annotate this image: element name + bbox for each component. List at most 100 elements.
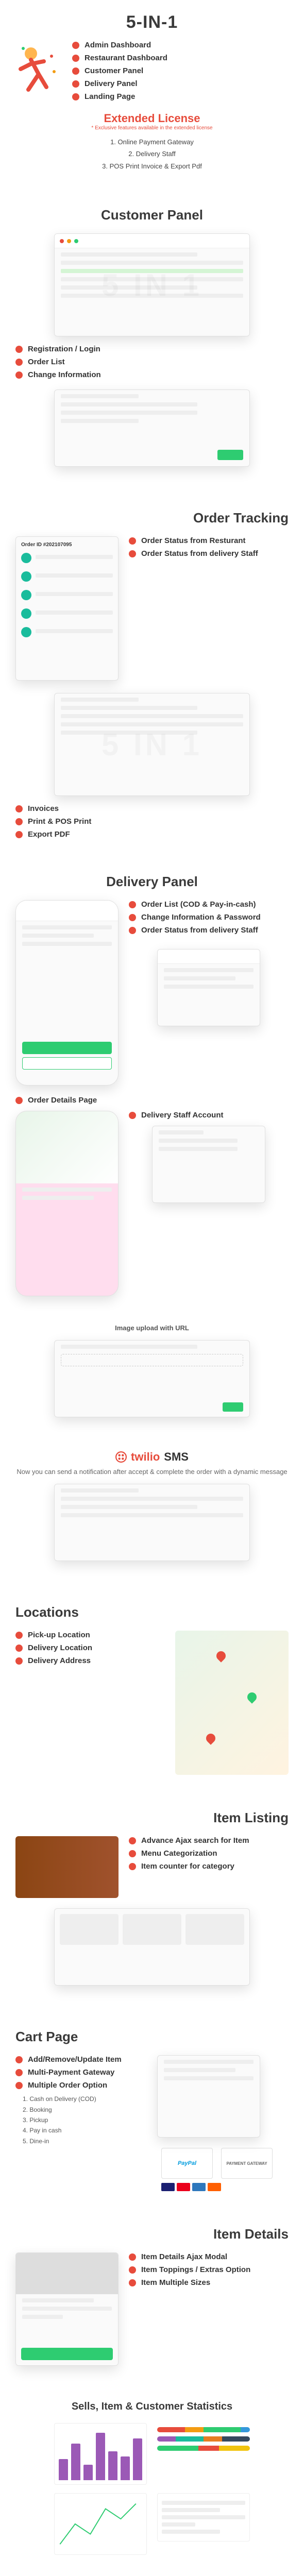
- point-toppings: Item Toppings / Extras Option: [129, 2265, 289, 2274]
- screenshot-cart: [157, 2055, 260, 2138]
- payment-gateway-logo: PAYMENT GATEWAY: [221, 2148, 273, 2179]
- twilio-icon: [115, 1451, 127, 1463]
- screenshot-item-grid: [54, 1908, 250, 1986]
- point-multi-order: Multiple Order Option: [15, 2081, 147, 2090]
- bullet-icon: [15, 805, 23, 812]
- label-delivery-account: Delivery Staff Account: [129, 1111, 289, 1120]
- segment-charts: [157, 2423, 250, 2455]
- hero-feature-list: Admin Dashboard Restaurant Dashboard Cus…: [72, 41, 167, 101]
- bullet-icon: [129, 901, 136, 908]
- bullet-icon: [15, 831, 23, 838]
- point-delivery-status: Order Status from delivery Staff: [129, 926, 289, 935]
- point-delivery-order-list: Order List (COD & Pay-in-cash): [129, 900, 289, 909]
- screenshot-invoice: 5 IN 1: [54, 693, 250, 796]
- stat-list: [157, 2493, 250, 2541]
- bullet-icon: [129, 914, 136, 921]
- point-pickup-location: Pick-up Location: [15, 1631, 165, 1639]
- cart-section: Cart Page Add/Remove/Update Item Multi-P…: [0, 2006, 304, 2204]
- statistics-section: Sells, Item & Customer Statistics: [0, 2378, 304, 2567]
- item-listing-heading: Item Listing: [15, 1810, 289, 1826]
- line-chart: [54, 2493, 147, 2555]
- card-icons: [157, 2183, 289, 2191]
- paypal-logo: PayPal: [161, 2148, 213, 2179]
- bullet-icon: [15, 1632, 23, 1639]
- point-status-restaurant: Order Status from Resturant: [129, 536, 289, 545]
- map-pin-icon: [214, 1649, 227, 1662]
- point-add-remove: Add/Remove/Update Item: [15, 2055, 147, 2064]
- tracking-order-id: Order ID #202107095: [16, 537, 118, 553]
- sms-section: twilio SMS Now you can send a notificati…: [0, 1438, 304, 1582]
- bullet-icon: [15, 2069, 23, 2076]
- visa-icon: [161, 2183, 175, 2191]
- screenshot-image-upload: [54, 1340, 250, 1417]
- delivery-panel-heading: Delivery Panel: [15, 874, 289, 890]
- item-listing-section: Item Listing Advance Ajax search for Ite…: [0, 1787, 304, 2006]
- point-registration: Registration / Login: [15, 345, 289, 353]
- feature-restaurant: Restaurant Dashboard: [72, 54, 167, 62]
- amex-icon: [192, 2183, 206, 2191]
- feature-admin: Admin Dashboard: [72, 41, 167, 49]
- bullet-icon: [15, 371, 23, 379]
- customer-panel-heading: Customer Panel: [15, 207, 289, 223]
- bullet-icon: [72, 80, 79, 88]
- bullet-icon: [15, 2056, 23, 2063]
- bullet-icon: [129, 2253, 136, 2261]
- payment-logos: PayPal PAYMENT GATEWAY: [157, 2144, 289, 2183]
- screenshot-customer-orders: 5 IN 1: [54, 233, 250, 336]
- point-delivery-address: Delivery Address: [15, 1656, 165, 1665]
- bullet-icon: [15, 2082, 23, 2089]
- bullet-icon: [129, 1837, 136, 1844]
- order-tracking-section: Order Tracking Order ID #202107095 Order…: [0, 487, 304, 851]
- screenshot-delivery-mobile: [15, 900, 119, 1086]
- point-multi-payment: Multi-Payment Gateway: [15, 2068, 147, 2077]
- image-upload-section: Image upload with URL: [0, 1309, 304, 1438]
- screenshot-sms-config: [54, 1484, 250, 1561]
- mastercard-icon: [177, 2183, 190, 2191]
- screenshot-delivery-account: [152, 1126, 265, 1203]
- point-ajax-modal: Item Details Ajax Modal: [129, 2252, 289, 2261]
- bullet-icon: [129, 927, 136, 934]
- bullet-icon: [72, 55, 79, 62]
- bullet-icon: [15, 346, 23, 353]
- bullet-icon: [129, 550, 136, 557]
- point-delivery-change-info: Change Information & Password: [129, 913, 289, 922]
- screenshot-delivery-desktop: [157, 949, 260, 1026]
- point-change-info: Change Information: [15, 370, 289, 379]
- bullet-icon: [129, 1850, 136, 1857]
- bullet-icon: [15, 1657, 23, 1665]
- extended-license-title: Extended License: [15, 112, 289, 125]
- bullet-icon: [129, 1112, 136, 1119]
- sms-heading: twilio SMS: [15, 1450, 289, 1464]
- point-item-counter: Item counter for category: [129, 1862, 289, 1871]
- bullet-icon: [15, 359, 23, 366]
- extended-license-subtitle: * Exclusive features available in the ex…: [15, 125, 289, 131]
- screenshot-item-modal: [15, 2252, 119, 2366]
- bullet-icon: [129, 2266, 136, 2274]
- point-invoices: Invoices: [15, 804, 289, 813]
- sms-description: Now you can send a notification after ac…: [15, 1468, 289, 1476]
- bar-chart: [54, 2423, 147, 2485]
- filter-section: New UI, Filter in order ● ● ● ●: [0, 2567, 304, 2576]
- bullet-icon: [72, 93, 79, 100]
- image-upload-label: Image upload with URL: [15, 1324, 289, 1332]
- locations-section: Locations Pick-up Location Delivery Loca…: [0, 1582, 304, 1787]
- item-details-section: Item Details Item Details Ajax Modal Ite…: [0, 2204, 304, 2378]
- locations-heading: Locations: [15, 1604, 289, 1620]
- point-sizes: Item Multiple Sizes: [129, 2278, 289, 2287]
- feature-delivery: Delivery Panel: [72, 79, 167, 88]
- bullet-icon: [15, 818, 23, 825]
- bullet-icon: [129, 537, 136, 545]
- screenshot-map: [175, 1631, 289, 1775]
- feature-landing: Landing Page: [72, 92, 167, 101]
- point-delivery-location: Delivery Location: [15, 1643, 165, 1652]
- discover-icon: [208, 2183, 221, 2191]
- screenshot-customer-form: [54, 389, 250, 467]
- bullet-icon: [72, 67, 79, 75]
- runner-illustration: [15, 41, 62, 103]
- screenshot-order-details-mobile: [15, 1111, 119, 1296]
- cart-sub-list: 1. Cash on Delivery (COD) 2. Booking 3. …: [23, 2094, 147, 2146]
- item-details-heading: Item Details: [15, 2226, 289, 2242]
- bullet-icon: [15, 1645, 23, 1652]
- cart-heading: Cart Page: [15, 2029, 289, 2045]
- statistics-heading: Sells, Item & Customer Statistics: [15, 2401, 289, 2413]
